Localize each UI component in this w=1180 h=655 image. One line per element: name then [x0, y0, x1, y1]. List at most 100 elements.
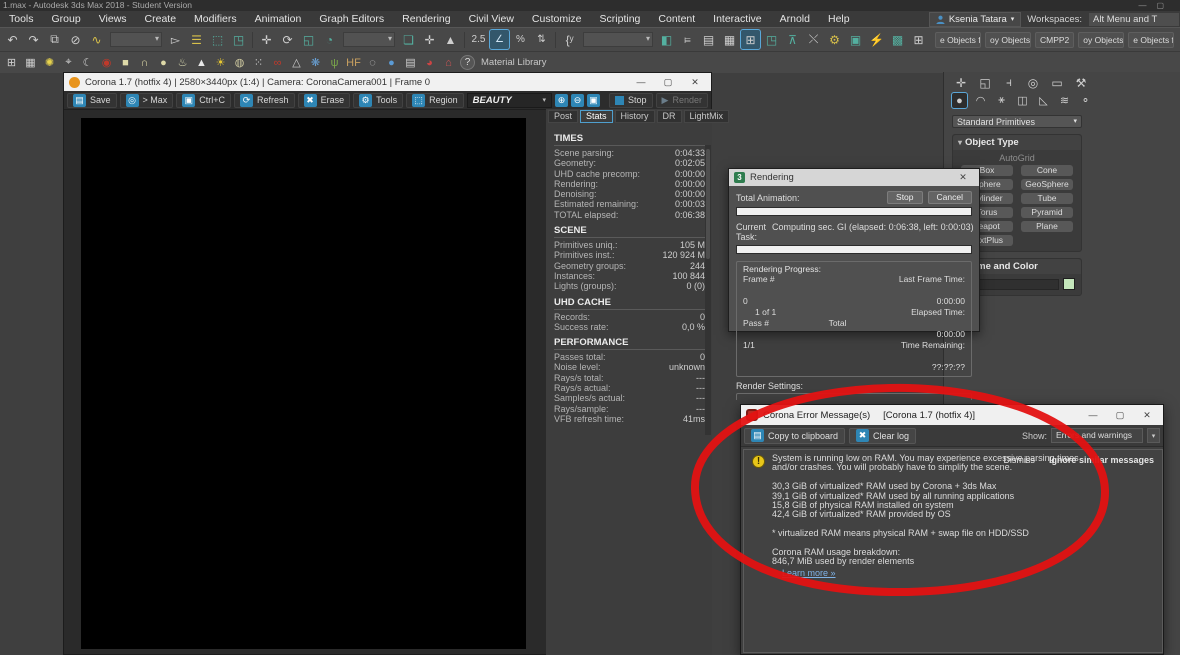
motion-tab-icon[interactable]: ◎: [1024, 75, 1042, 90]
learn-more-link[interactable]: Learn more »: [782, 568, 836, 578]
menu-item[interactable]: Arnold: [771, 11, 819, 27]
scrollbar[interactable]: [705, 145, 711, 435]
angle-snap-icon[interactable]: ∠: [490, 30, 509, 49]
autogrid-checkbox[interactable]: AutoGrid: [953, 150, 1081, 165]
curve-editor-icon[interactable]: ◳: [762, 30, 781, 49]
pyramid-helper-icon[interactable]: △: [288, 54, 305, 71]
menu-item[interactable]: Civil View: [460, 11, 523, 27]
copy-to-clipboard-button[interactable]: ▤ Copy to clipboard: [744, 428, 845, 444]
mirror-icon[interactable]: ◧: [657, 30, 676, 49]
menu-item[interactable]: Tools: [0, 11, 43, 27]
camera-target-icon[interactable]: ⌖: [60, 54, 77, 71]
custom-script-button[interactable]: oy Objects to F: [1078, 32, 1124, 48]
primitive-button[interactable]: Pyramid: [1021, 207, 1073, 218]
bind-spacewarp-icon[interactable]: ∿: [87, 30, 106, 49]
app-minimize-icon[interactable]: —: [1138, 1, 1156, 10]
object-color-swatch[interactable]: [1063, 278, 1075, 290]
blue-sphere-icon[interactable]: ●: [383, 54, 400, 71]
spinner-snap-icon[interactable]: ⇅: [532, 30, 551, 49]
scale-icon[interactable]: ◱: [299, 30, 318, 49]
menu-item[interactable]: Create: [136, 11, 186, 27]
scene-explorer-icon[interactable]: ▤: [699, 30, 718, 49]
vfb-tab[interactable]: LightMix: [684, 110, 730, 123]
custom-script-button[interactable]: e Objects from: [935, 32, 981, 48]
unlink-icon[interactable]: ⊘: [66, 30, 85, 49]
menu-item[interactable]: Graph Editors: [310, 11, 393, 27]
percent-snap-icon[interactable]: %: [511, 30, 530, 49]
vfb-tab[interactable]: History: [615, 110, 655, 123]
render-production-icon[interactable]: ⚡: [867, 30, 886, 49]
menu-item[interactable]: Interactive: [704, 11, 770, 27]
geosphere-icon[interactable]: ◍: [231, 54, 248, 71]
tools-button[interactable]: ⚙ Tools: [353, 93, 403, 108]
teapot-icon[interactable]: ♨: [174, 54, 191, 71]
render-iterative-icon[interactable]: ▩: [888, 30, 907, 49]
sun-icon[interactable]: ☀: [212, 54, 229, 71]
custom-script-button[interactable]: oy Objects to F: [985, 32, 1031, 48]
maximize-icon[interactable]: ▢: [1109, 410, 1131, 421]
menu-item[interactable]: Group: [43, 11, 90, 27]
display-tab-icon[interactable]: ▭: [1048, 75, 1066, 90]
select-by-name-icon[interactable]: ☰: [187, 30, 206, 49]
refresh-button[interactable]: ⟳ Refresh: [234, 93, 295, 108]
helpers-icon[interactable]: ◺: [1036, 93, 1051, 108]
light-icon[interactable]: ✺: [41, 54, 58, 71]
primitives-dropdown[interactable]: Standard Primitives ▾: [952, 115, 1082, 128]
shapes-icon[interactable]: ◠: [973, 93, 988, 108]
reference-coordinate-dropdown[interactable]: [343, 32, 395, 47]
chevron-down-icon[interactable]: ▾: [1147, 428, 1160, 443]
align-icon[interactable]: ⫢: [678, 30, 697, 49]
close-icon[interactable]: ✕: [1136, 410, 1158, 421]
sphere-icon[interactable]: ●: [155, 54, 172, 71]
primitive-button[interactable]: Tube: [1021, 193, 1073, 204]
membrane-icon[interactable]: ◌: [364, 54, 381, 71]
menu-item[interactable]: Rendering: [393, 11, 459, 27]
render-pass-dropdown[interactable]: BEAUTY ▾: [467, 93, 552, 108]
copy-button[interactable]: ▣ Ctrl+C: [176, 93, 231, 108]
lights-icon[interactable]: ⚹: [994, 93, 1009, 108]
user-account-button[interactable]: Ksenia Tatara ▾: [929, 12, 1021, 27]
select-link-icon[interactable]: ⧉: [45, 30, 64, 49]
message-filter-dropdown[interactable]: Errors and warnings: [1051, 428, 1143, 443]
close-icon[interactable]: ✕: [684, 77, 706, 88]
moon-icon[interactable]: ☾: [79, 54, 96, 71]
grid-array-icon[interactable]: ▦: [22, 54, 39, 71]
ignore-similar-link[interactable]: Ignore similar messages: [1049, 455, 1154, 465]
pivot-icon[interactable]: ❏: [399, 30, 418, 49]
vfb-tab[interactable]: Post: [548, 110, 578, 123]
undo-icon[interactable]: ↶: [3, 30, 22, 49]
move-icon[interactable]: ✛: [257, 30, 276, 49]
cone-icon[interactable]: ▲: [193, 54, 210, 71]
grass-icon[interactable]: ψ: [326, 54, 343, 71]
dome-icon[interactable]: ∩: [136, 54, 153, 71]
custom-script-button[interactable]: e Objects from: [1128, 32, 1174, 48]
use-center-icon[interactable]: ✛: [420, 30, 439, 49]
erase-button[interactable]: ✖ Erase: [298, 93, 351, 108]
fur-flower-icon[interactable]: ❋: [307, 54, 324, 71]
selection-filter-dropdown[interactable]: [110, 32, 162, 47]
vfb-titlebar[interactable]: Corona 1.7 (hotfix 4) | 2580×3440px (1:4…: [64, 73, 711, 91]
app-maximize-icon[interactable]: ▢: [1156, 1, 1174, 10]
modify-tab-icon[interactable]: ◱: [976, 75, 994, 90]
schematic-view-icon[interactable]: ⊼: [783, 30, 802, 49]
window-crossing-icon[interactable]: ◳: [229, 30, 248, 49]
stop-button[interactable]: Stop: [887, 191, 923, 204]
help-icon[interactable]: ?: [460, 55, 475, 70]
menu-item[interactable]: Animation: [246, 11, 311, 27]
error-window-titlebar[interactable]: Corona Error Message(s) [Corona 1.7 (hot…: [741, 405, 1163, 425]
viewport-layout-icon[interactable]: ⊞: [3, 54, 20, 71]
compound-icon[interactable]: ∞: [269, 54, 286, 71]
select-place-icon[interactable]: ◔: [320, 30, 339, 49]
named-selection-icon[interactable]: {ʸ: [560, 30, 579, 49]
menu-item[interactable]: Customize: [523, 11, 591, 27]
rendering-dialog-titlebar[interactable]: 3 Rendering ✕: [729, 169, 979, 186]
systems-icon[interactable]: ⚬: [1078, 93, 1093, 108]
create-tab-icon[interactable]: ✛: [952, 75, 970, 90]
rotate-icon[interactable]: ⟳: [278, 30, 297, 49]
menu-item[interactable]: Help: [819, 11, 859, 27]
scatter-icon[interactable]: ⁙: [250, 54, 267, 71]
menu-item[interactable]: Content: [649, 11, 704, 27]
custom-script-button[interactable]: CMPP2: [1035, 32, 1074, 48]
menu-item[interactable]: Views: [90, 11, 136, 27]
primitive-button[interactable]: GeoSphere: [1021, 179, 1073, 190]
